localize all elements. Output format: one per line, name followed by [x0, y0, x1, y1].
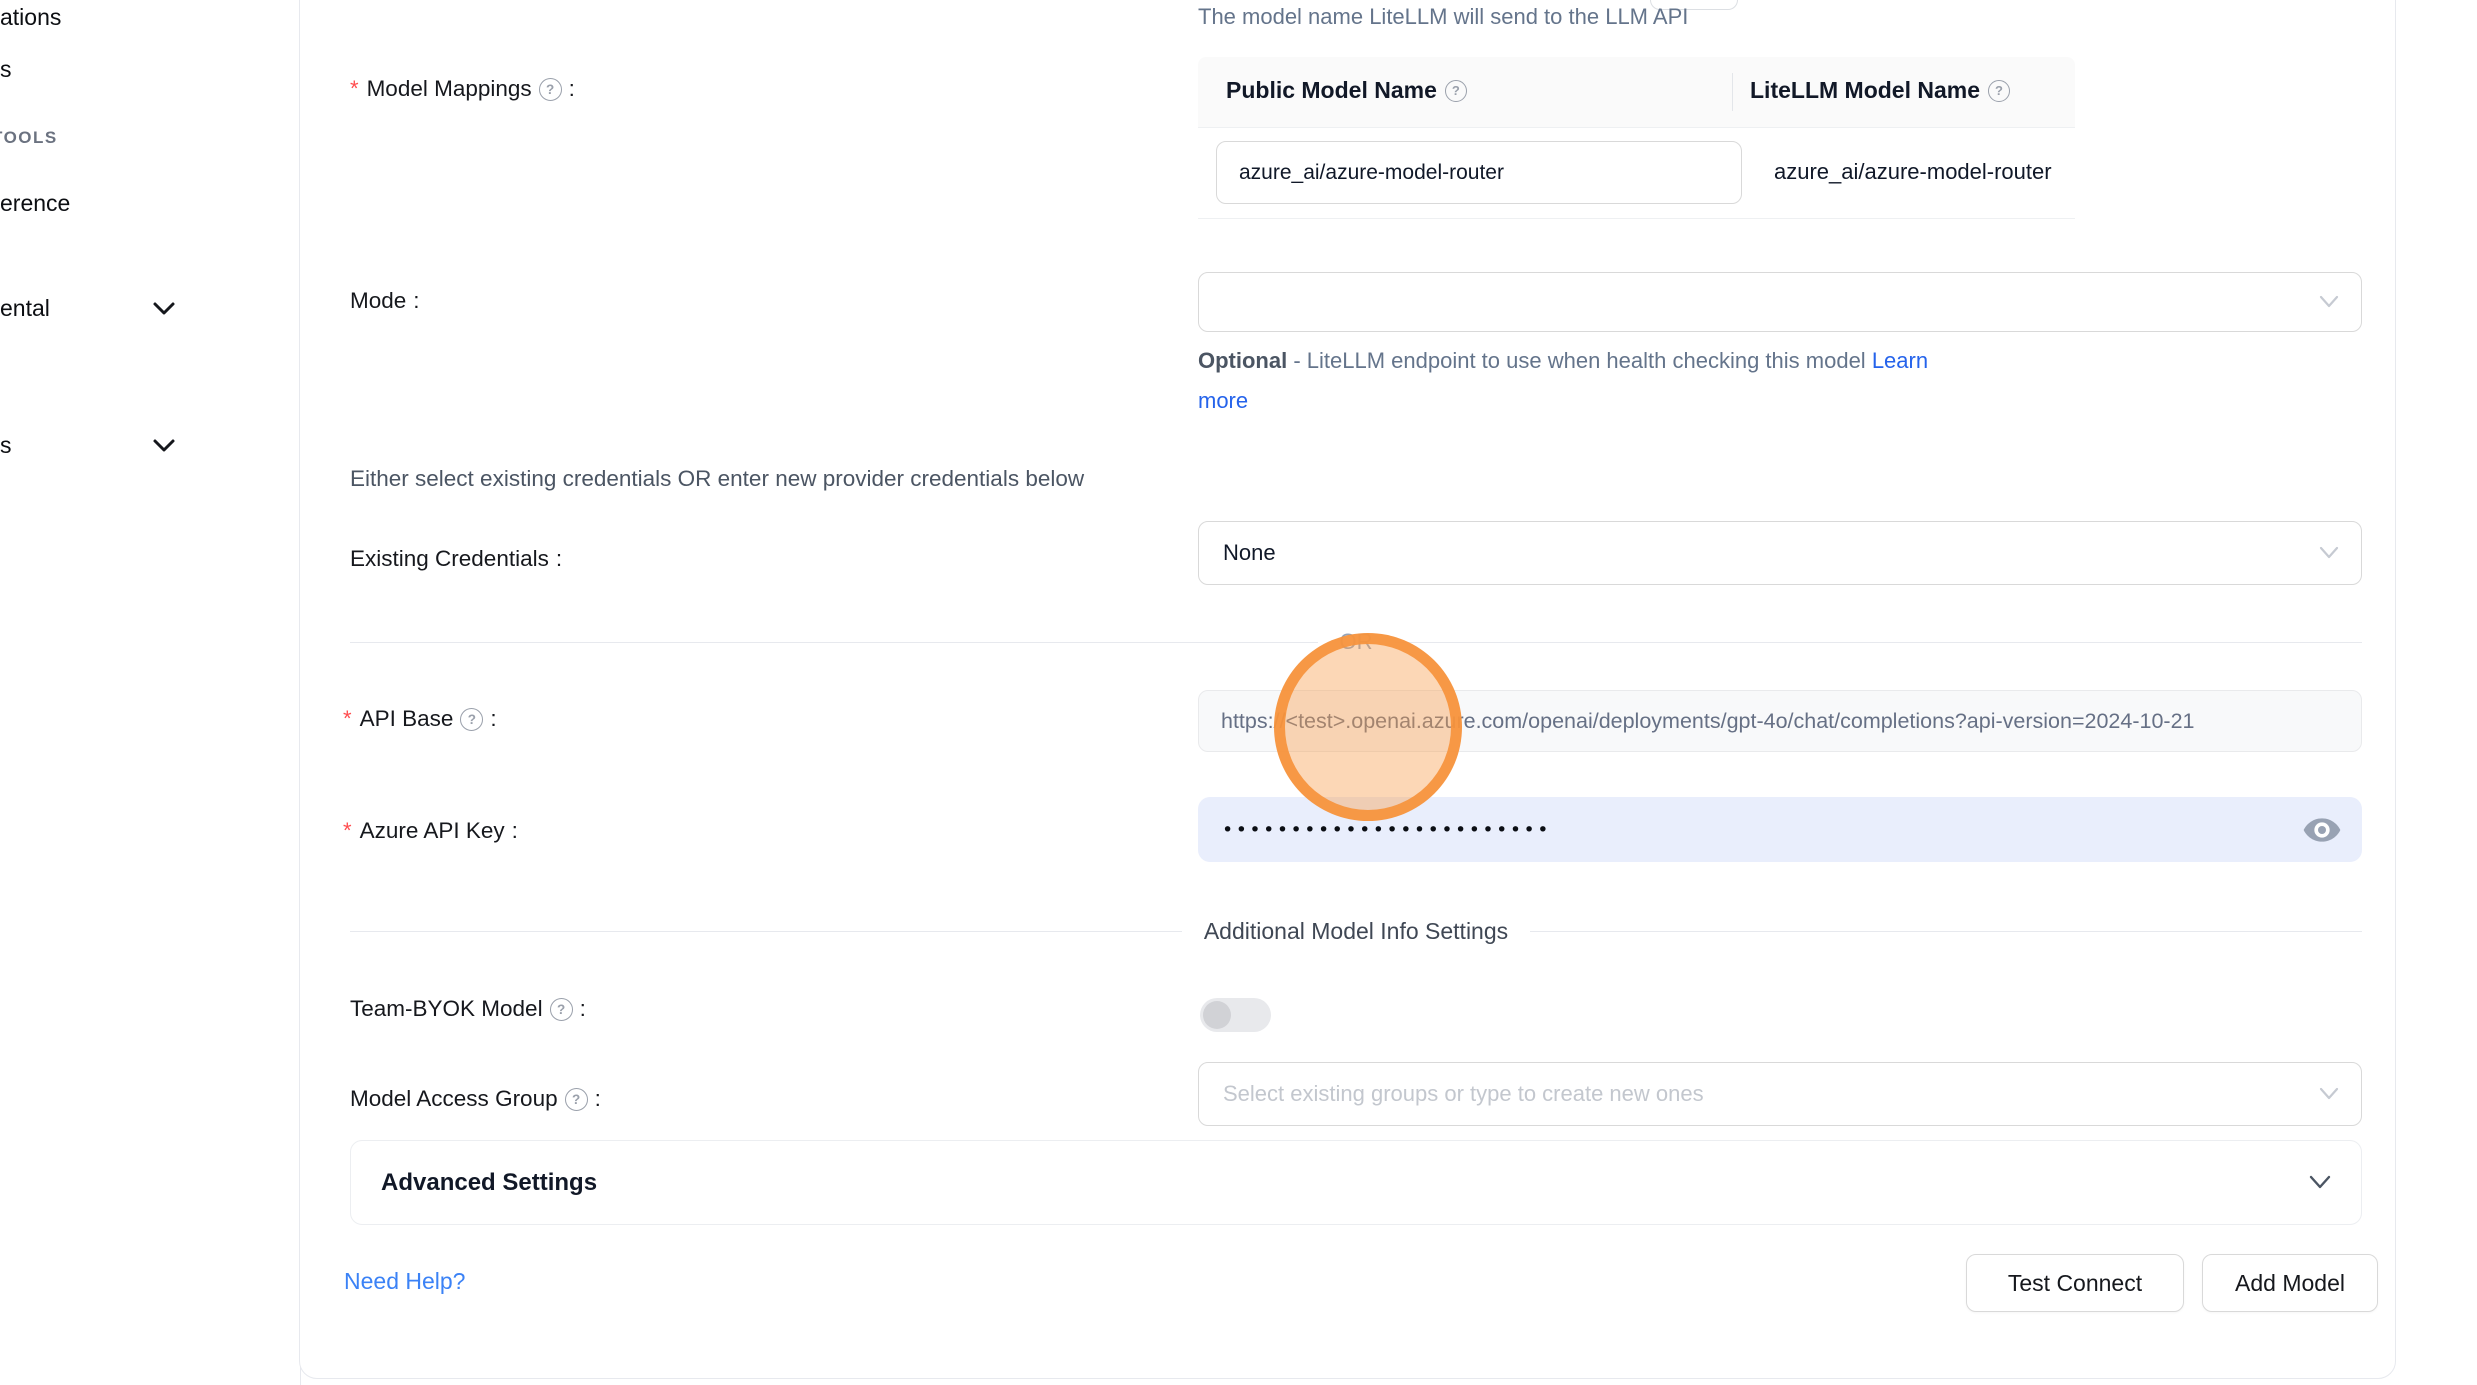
header-text: Public Model Name: [1226, 77, 1437, 104]
help-icon[interactable]: ?: [1988, 80, 2010, 102]
existing-credentials-select[interactable]: None: [1198, 521, 2362, 585]
or-divider-text: OR: [1340, 629, 1373, 655]
chevron-down-icon[interactable]: [152, 301, 176, 322]
required-asterisk: *: [343, 818, 352, 844]
eye-icon[interactable]: [2302, 815, 2342, 845]
learn-more-link[interactable]: more: [1198, 388, 1248, 413]
help-icon[interactable]: ?: [550, 998, 573, 1021]
label-text: Model Mappings: [367, 76, 532, 102]
litellm-model-name-value: azure_ai/azure-model-router: [1774, 159, 2052, 185]
model-access-group-label: Model Access Group ? :: [350, 1086, 601, 1112]
label-text: Azure API Key: [360, 818, 505, 844]
label-text: Team-BYOK Model: [350, 996, 543, 1022]
api-base-field: [1198, 690, 2362, 752]
sidebar-item-settings[interactable]: s: [0, 432, 12, 459]
advanced-settings-panel[interactable]: Advanced Settings: [350, 1140, 2362, 1225]
test-connect-button[interactable]: Test Connect: [1966, 1254, 2184, 1312]
colon: :: [413, 288, 419, 314]
help-icon[interactable]: ?: [539, 78, 562, 101]
help-icon[interactable]: ?: [460, 708, 483, 731]
model-access-group-select[interactable]: Select existing groups or type to create…: [1198, 1062, 2362, 1126]
additional-settings-divider: Additional Model Info Settings: [350, 916, 2362, 946]
toggle-knob: [1203, 1001, 1231, 1029]
colon: :: [556, 546, 562, 572]
azure-api-key-input[interactable]: [1198, 819, 2362, 841]
existing-credentials-label: Existing Credentials :: [350, 546, 562, 572]
selected-value: None: [1223, 540, 1276, 566]
add-model-button[interactable]: Add Model: [2202, 1254, 2378, 1312]
azure-api-key-label: * Azure API Key :: [343, 818, 518, 844]
or-divider: OR: [350, 627, 2362, 657]
chevron-down-icon: [2309, 1175, 2331, 1190]
need-help-link[interactable]: Need Help?: [344, 1268, 465, 1295]
helper-bold: Optional: [1198, 348, 1287, 373]
api-base-input[interactable]: [1199, 709, 2361, 734]
sidebar-section-tools: TOOLS: [0, 128, 58, 148]
credentials-note: Either select existing credentials OR en…: [350, 466, 1084, 492]
divider-line: [350, 931, 1182, 932]
sidebar-item-organizations[interactable]: ations: [0, 4, 61, 31]
model-mappings-label: * Model Mappings ? :: [350, 76, 575, 102]
team-byok-label: Team-BYOK Model ? :: [350, 996, 586, 1022]
mode-label: Mode :: [350, 288, 420, 314]
mode-helper-line2: more: [1198, 388, 1248, 414]
azure-api-key-field: [1198, 797, 2362, 862]
chevron-down-icon: [2319, 546, 2339, 560]
column-header-public-model-name: Public Model Name ?: [1226, 77, 1467, 104]
column-header-litellm-model-name: LiteLLM Model Name ?: [1750, 77, 2010, 104]
divider-line: [1530, 931, 2362, 932]
team-byok-toggle[interactable]: [1200, 998, 1271, 1032]
label-text: API Base: [360, 706, 454, 732]
required-asterisk: *: [350, 76, 359, 102]
chevron-down-icon: [2319, 295, 2339, 309]
model-name-helper-text: The model name LiteLLM will send to the …: [1198, 4, 1688, 30]
mode-helper-line1: Optional - LiteLLM endpoint to use when …: [1198, 348, 1928, 374]
mode-select[interactable]: [1198, 272, 2362, 332]
colon: :: [569, 76, 575, 102]
helper-text: - LiteLLM endpoint to use when health ch…: [1287, 348, 1872, 373]
public-model-name-input[interactable]: [1216, 141, 1742, 204]
chevron-down-icon[interactable]: [152, 438, 176, 459]
add-model-page: ations s TOOLS erence ental s The model …: [0, 0, 2477, 1385]
label-text: Existing Credentials: [350, 546, 549, 572]
colon: :: [595, 1086, 601, 1112]
sidebar: ations s TOOLS erence ental s: [0, 0, 301, 1385]
help-icon[interactable]: ?: [565, 1088, 588, 1111]
sidebar-item[interactable]: s: [0, 56, 12, 83]
colon: :: [490, 706, 496, 732]
learn-more-link[interactable]: Learn: [1872, 348, 1928, 373]
chevron-down-icon: [2319, 1087, 2339, 1101]
colon: :: [580, 996, 586, 1022]
label-text: Model Access Group: [350, 1086, 558, 1112]
label-text: Mode: [350, 288, 406, 314]
api-base-label: * API Base ? :: [343, 706, 497, 732]
sidebar-item-reference[interactable]: erence: [0, 190, 70, 217]
additional-settings-divider-text: Additional Model Info Settings: [1204, 918, 1508, 945]
select-placeholder: Select existing groups or type to create…: [1223, 1081, 1704, 1107]
header-text: LiteLLM Model Name: [1750, 77, 1980, 104]
divider-line: [1395, 642, 2363, 643]
column-divider: [1732, 73, 1733, 111]
advanced-settings-label: Advanced Settings: [381, 1169, 597, 1197]
required-asterisk: *: [343, 706, 352, 732]
colon: :: [512, 818, 518, 844]
help-icon[interactable]: ?: [1445, 80, 1467, 102]
divider-line: [350, 642, 1318, 643]
sidebar-item-experimental[interactable]: ental: [0, 295, 50, 322]
